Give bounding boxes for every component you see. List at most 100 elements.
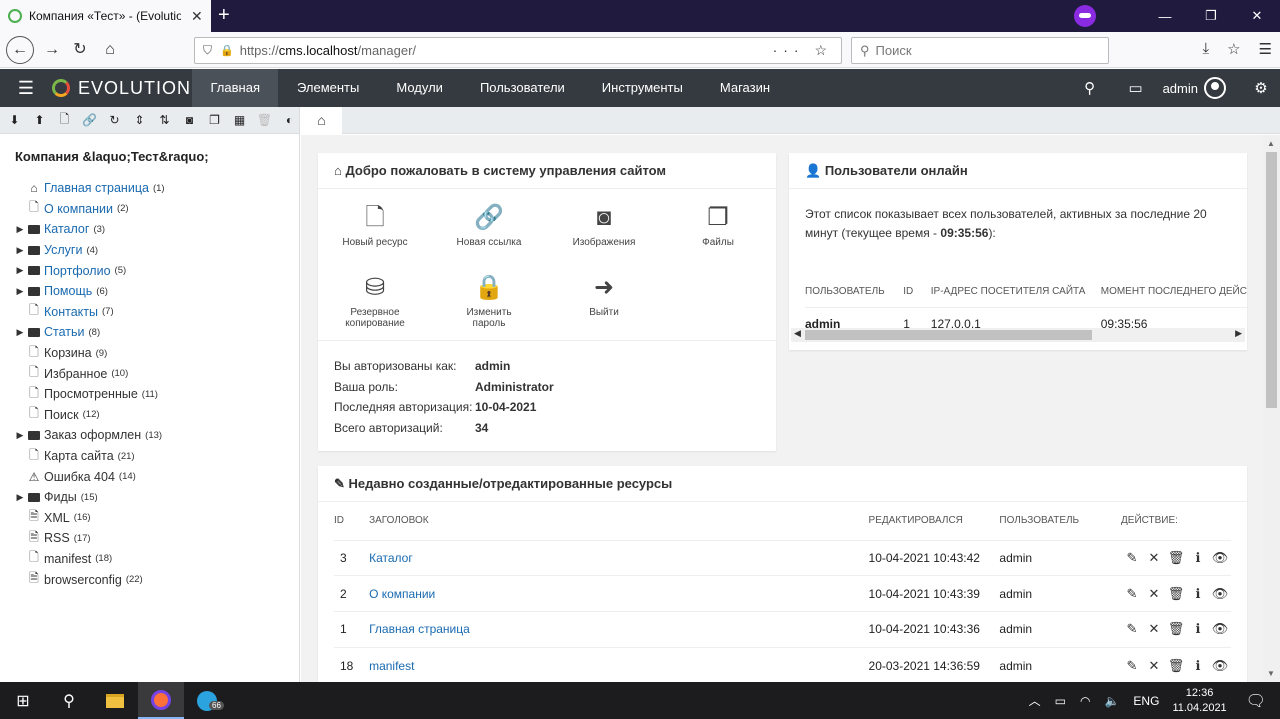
camera-icon[interactable]: ◙: [180, 113, 199, 127]
close-tab-icon[interactable]: ✕: [191, 8, 203, 25]
expand-caret-icon[interactable]: ▶: [14, 430, 26, 441]
battery-icon[interactable]: ▭: [1055, 694, 1066, 708]
trash-icon[interactable]: 🗑: [1165, 621, 1187, 637]
scrollbar-thumb[interactable]: [805, 330, 1092, 340]
backup-button[interactable]: ⛁ Резервное копирование: [325, 271, 425, 329]
user-avatar-icon[interactable]: [1204, 77, 1226, 99]
tree-node[interactable]: ▶ Услуги (4): [0, 240, 299, 261]
edit-icon[interactable]: ✎: [1121, 658, 1143, 674]
tree-node[interactable]: 🗋 manifest (18): [0, 549, 299, 570]
menu-item-tools[interactable]: Инструменты: [583, 69, 701, 107]
menu-icon[interactable]: ☰: [1259, 40, 1272, 58]
tree-node[interactable]: ▶ Статьи (8): [0, 322, 299, 343]
trash-icon[interactable]: 🗑: [1165, 550, 1187, 566]
expand-caret-icon[interactable]: ▶: [14, 327, 26, 338]
collapse-tree-icon[interactable]: ⬆: [30, 113, 49, 127]
clock[interactable]: 12:36 11.04.2021: [1172, 686, 1226, 716]
tree-node[interactable]: ▶ Помощь (6): [0, 281, 299, 302]
refresh-icon[interactable]: ↻: [105, 113, 124, 127]
notifications-icon[interactable]: 🗨: [1246, 691, 1266, 711]
scroll-right-icon[interactable]: ▶: [1235, 328, 1242, 339]
wifi-icon[interactable]: ◠: [1080, 694, 1090, 708]
scroll-down-icon[interactable]: ▼: [1267, 669, 1275, 678]
preview-icon[interactable]: 👁: [1209, 550, 1231, 566]
info-icon[interactable]: ℹ: [1187, 586, 1209, 602]
restore-button[interactable]: ❐: [1188, 8, 1234, 24]
files-icon[interactable]: ❐: [205, 113, 224, 127]
logo[interactable]: EVOLUTION: [52, 78, 192, 99]
language-indicator[interactable]: ENG: [1133, 694, 1159, 708]
expand-tree-icon[interactable]: ⬇: [5, 113, 24, 127]
menu-item-store[interactable]: Магазин: [701, 69, 788, 107]
edit-icon[interactable]: ✎: [1121, 621, 1143, 637]
page-actions-icon[interactable]: ··· ☆: [773, 42, 833, 59]
expand-caret-icon[interactable]: ▶: [14, 224, 26, 235]
tree-node[interactable]: ▶ Заказ оформлен (13): [0, 425, 299, 446]
tree-node[interactable]: 🗋 Избранное (10): [0, 363, 299, 384]
delete-icon[interactable]: ✕: [1143, 621, 1165, 637]
download-icon[interactable]: ⤓: [1202, 40, 1209, 58]
scrollbar-thumb[interactable]: [1266, 152, 1277, 408]
expand-caret-icon[interactable]: ▶: [14, 265, 26, 276]
new-link-icon[interactable]: 🔗: [80, 113, 99, 127]
sort-icon[interactable]: ⇕: [130, 113, 149, 127]
back-button[interactable]: ←: [6, 36, 34, 64]
edit-icon[interactable]: ✎: [1121, 586, 1143, 602]
show-hidden-icons-icon[interactable]: ︿: [1029, 692, 1041, 709]
logout-button[interactable]: ➜ Выйти: [554, 271, 654, 318]
expand-caret-icon[interactable]: ▶: [14, 286, 26, 297]
menu-item-modules[interactable]: Модули: [378, 69, 462, 107]
minimize-button[interactable]: —: [1142, 9, 1188, 24]
cell-title[interactable]: Каталог: [369, 539, 869, 576]
menu-item-elements[interactable]: Элементы: [278, 69, 377, 107]
search-icon[interactable]: ⚲: [46, 682, 92, 719]
info-icon[interactable]: ℹ: [1187, 658, 1209, 674]
forward-button[interactable]: →: [38, 38, 66, 62]
preview-icon[interactable]: 👁: [1209, 586, 1231, 602]
files-button[interactable]: ❐ Файлы: [668, 201, 768, 248]
contrast-icon[interactable]: ◐: [280, 113, 299, 127]
cell-title[interactable]: Главная страница: [369, 611, 869, 648]
tree-node[interactable]: 🗋 Просмотренные (11): [0, 384, 299, 405]
edit-icon[interactable]: ✎: [1121, 550, 1143, 566]
monitor-icon[interactable]: ▭: [1113, 79, 1159, 97]
home-button[interactable]: ⌂: [96, 38, 124, 62]
reload-button[interactable]: ↻: [66, 38, 94, 62]
delete-icon[interactable]: ✕: [1143, 586, 1165, 602]
tree-node[interactable]: ▶ Портфолио (5): [0, 260, 299, 281]
search-input[interactable]: ⚲ Поиск: [851, 37, 1109, 64]
vertical-scrollbar[interactable]: ▲ ▼: [1263, 135, 1280, 682]
trash-icon[interactable]: 🗑: [1165, 658, 1187, 674]
tree-node[interactable]: 🗎 RSS (17): [0, 528, 299, 549]
tree-node[interactable]: 🗋 Корзина (9): [0, 343, 299, 364]
tree-node[interactable]: ⌂ Главная страница (1): [0, 178, 299, 199]
scroll-left-icon[interactable]: ◀: [794, 328, 801, 339]
tree-node[interactable]: 🗎 browserconfig (22): [0, 569, 299, 590]
preview-icon[interactable]: 👁: [1209, 621, 1231, 637]
info-icon[interactable]: ℹ: [1187, 621, 1209, 637]
new-document-icon[interactable]: 🗋: [55, 110, 74, 131]
grid-icon[interactable]: ▦: [230, 113, 249, 127]
tree-node[interactable]: 🗋 Контакты (7): [0, 302, 299, 323]
file-explorer-icon[interactable]: [92, 682, 138, 719]
tree-node[interactable]: 🗋 О компании (2): [0, 199, 299, 220]
change-password-button[interactable]: 🔒 Изменить пароль: [439, 271, 539, 329]
settings-icon[interactable]: ⚙: [1246, 79, 1276, 97]
delete-icon[interactable]: ✕: [1143, 658, 1165, 674]
tree-node[interactable]: ▶ Фиды (15): [0, 487, 299, 508]
preview-icon[interactable]: 👁: [1209, 658, 1231, 674]
expand-caret-icon[interactable]: ▶: [14, 492, 26, 503]
search-icon[interactable]: ⚲: [1067, 79, 1113, 97]
address-bar[interactable]: ⛉ 🔒 https://cms.localhost/manager/ ··· ☆: [194, 37, 842, 64]
sort-order-icon[interactable]: ⇅: [155, 113, 174, 127]
expand-caret-icon[interactable]: ▶: [14, 245, 26, 256]
scroll-up-icon[interactable]: ▲: [1267, 139, 1275, 148]
info-icon[interactable]: ℹ: [1187, 550, 1209, 566]
close-window-button[interactable]: ✕: [1234, 8, 1280, 24]
tree-node[interactable]: ⚠ Ошибка 404 (14): [0, 466, 299, 487]
tree-node[interactable]: ▶ Каталог (3): [0, 219, 299, 240]
volume-icon[interactable]: 🔈: [1104, 694, 1119, 708]
images-button[interactable]: ◙ Изображения: [554, 201, 654, 248]
new-resource-button[interactable]: 🗋 Новый ресурс: [325, 201, 425, 248]
firefox-icon[interactable]: [138, 682, 184, 719]
